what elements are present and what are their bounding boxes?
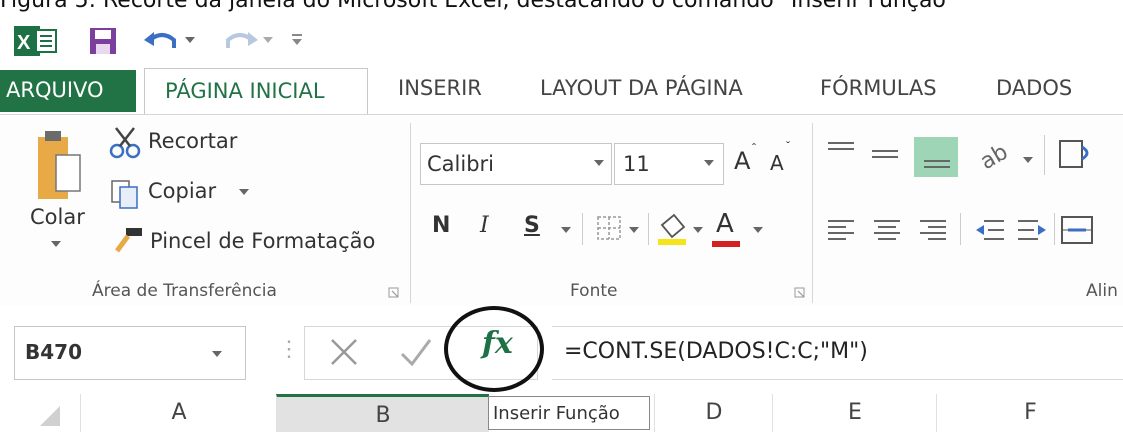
undo-dropdown-icon[interactable] bbox=[184, 34, 196, 46]
tooltip: Inserir Função bbox=[488, 396, 650, 430]
formula-value: =CONT.SE(DADOS!C:C;"M") bbox=[564, 339, 868, 364]
borders-dropdown-icon[interactable] bbox=[628, 225, 640, 235]
paste-dropdown-icon[interactable] bbox=[50, 239, 62, 249]
copy-button[interactable]: Copiar bbox=[148, 179, 216, 203]
tab-arquivo-label: ARQUIVO bbox=[6, 78, 104, 102]
customize-qat-icon[interactable] bbox=[290, 32, 304, 48]
shrink-font-button[interactable]: A bbox=[770, 151, 784, 175]
tab-layout-da-pagina[interactable]: LAYOUT DA PÁGINA bbox=[540, 76, 743, 100]
name-box-value: B470 bbox=[25, 340, 82, 364]
name-box[interactable]: B470 bbox=[14, 326, 246, 380]
font-group-label: Fonte bbox=[570, 281, 618, 301]
quick-access-toolbar: X bbox=[0, 18, 1123, 62]
paste-icon[interactable] bbox=[36, 129, 82, 205]
orientation-dropdown-icon[interactable] bbox=[1022, 155, 1034, 165]
grow-font-caret-icon: ˆ bbox=[752, 141, 756, 155]
align-right-icon[interactable] bbox=[918, 217, 948, 243]
tab-formulas[interactable]: FÓRMULAS bbox=[820, 76, 937, 100]
excel-logo-icon[interactable]: X bbox=[14, 24, 60, 58]
shrink-font-caret-icon: ˇ bbox=[786, 139, 790, 153]
name-box-dropdown-icon[interactable] bbox=[211, 349, 223, 359]
figure-caption: Figura 5: Recorte da janela do Microsoft… bbox=[0, 0, 957, 13]
borders-icon[interactable] bbox=[596, 215, 622, 241]
align-left-icon[interactable] bbox=[826, 217, 856, 243]
font-color-button[interactable]: A bbox=[716, 209, 734, 239]
increase-indent-icon[interactable] bbox=[1016, 217, 1048, 243]
separator bbox=[1054, 213, 1055, 245]
font-size-value: 11 bbox=[623, 152, 650, 176]
separator bbox=[1044, 135, 1045, 175]
column-header-a[interactable]: A bbox=[80, 394, 277, 432]
clipboard-dialog-launcher-icon[interactable] bbox=[388, 287, 400, 299]
redo-icon[interactable] bbox=[220, 26, 260, 56]
svg-text:X: X bbox=[17, 32, 31, 54]
column-header-b[interactable]: B bbox=[276, 394, 489, 432]
wrap-text-icon[interactable] bbox=[1058, 137, 1098, 173]
column-header-f[interactable]: F bbox=[936, 394, 1123, 432]
group-separator bbox=[410, 123, 411, 303]
copy-dropdown-icon[interactable] bbox=[238, 187, 250, 197]
select-all-icon[interactable] bbox=[38, 404, 62, 428]
font-size-combobox[interactable]: 11 bbox=[614, 143, 724, 185]
font-name-combobox[interactable]: Calibri bbox=[420, 143, 612, 185]
grow-font-button[interactable]: A bbox=[734, 147, 750, 175]
align-center-icon[interactable] bbox=[872, 217, 902, 243]
decrease-indent-icon[interactable] bbox=[974, 217, 1006, 243]
highlight-circle bbox=[444, 306, 544, 392]
bold-button[interactable]: N bbox=[432, 213, 450, 238]
underline-button[interactable]: S bbox=[524, 213, 540, 238]
format-painter-button[interactable]: Pincel de Formatação bbox=[150, 229, 375, 253]
fill-color-icon[interactable] bbox=[656, 211, 688, 247]
tab-arquivo[interactable]: ARQUIVO bbox=[0, 70, 136, 112]
formula-bar-grip-icon[interactable]: ⋮ bbox=[278, 336, 300, 362]
font-name-value: Calibri bbox=[427, 152, 494, 176]
font-dialog-launcher-icon[interactable] bbox=[794, 287, 806, 299]
separator bbox=[960, 213, 961, 245]
font-color-swatch bbox=[712, 241, 740, 247]
column-header-e[interactable]: E bbox=[772, 394, 937, 432]
tab-inserir[interactable]: INSERIR bbox=[398, 76, 482, 100]
orientation-icon[interactable]: ab bbox=[978, 137, 1018, 173]
separator bbox=[582, 213, 583, 245]
enter-icon[interactable] bbox=[398, 336, 434, 368]
align-middle-icon[interactable] bbox=[870, 139, 900, 169]
underline-dropdown-icon[interactable] bbox=[560, 225, 572, 235]
italic-button[interactable]: I bbox=[480, 213, 489, 238]
separator bbox=[648, 213, 649, 245]
save-icon[interactable] bbox=[88, 26, 118, 56]
align-bottom-icon bbox=[924, 160, 950, 168]
formula-bar: B470 ⋮ fx =CONT.SE(DADOS!C:C;"M") bbox=[0, 306, 1123, 394]
format-painter-icon[interactable] bbox=[112, 225, 146, 255]
ribbon-tabs: ARQUIVO PÁGINA INICIAL INSERIR LAYOUT DA… bbox=[0, 64, 1123, 115]
font-size-dropdown-icon[interactable] bbox=[703, 158, 715, 168]
tab-dados[interactable]: DADOS bbox=[996, 76, 1072, 100]
column-header-d[interactable]: D bbox=[654, 394, 773, 432]
undo-icon[interactable] bbox=[142, 26, 182, 56]
tab-pagina-inicial[interactable]: PÁGINA INICIAL bbox=[144, 68, 368, 115]
scissors-icon[interactable] bbox=[108, 125, 142, 159]
fill-color-dropdown-icon[interactable] bbox=[692, 225, 704, 235]
ribbon: Colar Recortar Copiar Pincel de Formataç… bbox=[0, 114, 1123, 308]
tab-pagina-inicial-label: PÁGINA INICIAL bbox=[165, 79, 325, 103]
clipboard-group-label: Área de Transferência bbox=[92, 281, 277, 301]
redo-dropdown-icon[interactable] bbox=[262, 34, 274, 46]
copy-icon[interactable] bbox=[110, 179, 140, 209]
merge-center-icon[interactable] bbox=[1060, 215, 1094, 245]
svg-text:ab: ab bbox=[978, 140, 1012, 173]
font-name-dropdown-icon[interactable] bbox=[593, 158, 605, 168]
paste-button[interactable]: Colar bbox=[30, 205, 85, 229]
alignment-group-label: Alin bbox=[1086, 281, 1118, 301]
cancel-icon[interactable] bbox=[328, 336, 360, 368]
font-color-dropdown-icon[interactable] bbox=[752, 225, 764, 235]
tooltip-text: Inserir Função bbox=[493, 403, 620, 424]
formula-input[interactable]: =CONT.SE(DADOS!C:C;"M") bbox=[552, 326, 1123, 380]
align-top-icon[interactable] bbox=[826, 139, 856, 165]
cut-button[interactable]: Recortar bbox=[148, 129, 237, 153]
column-headers: A B D E F Inserir Função bbox=[0, 394, 1123, 432]
align-bottom-button[interactable] bbox=[914, 137, 958, 177]
group-separator bbox=[812, 123, 813, 303]
